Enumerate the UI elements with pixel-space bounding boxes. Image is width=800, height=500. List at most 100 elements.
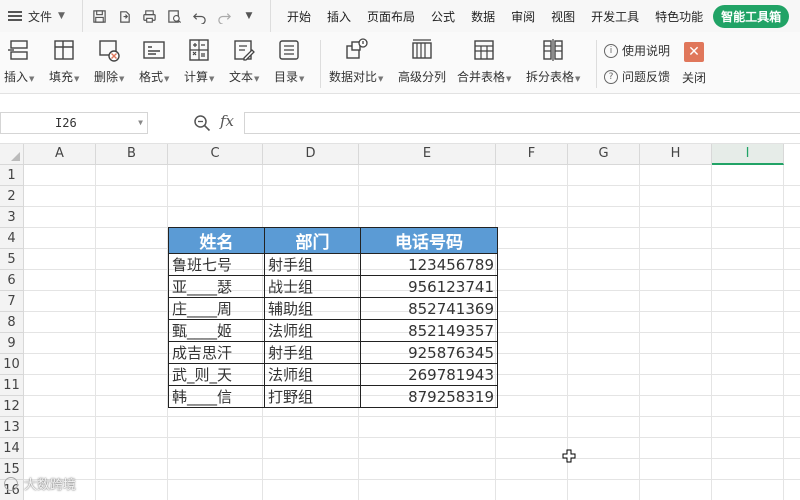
- row-header-6[interactable]: 6: [0, 270, 24, 291]
- calculate-button[interactable]: 计算▼: [184, 38, 214, 85]
- merge-table-icon: [472, 38, 496, 62]
- tab-developer[interactable]: 开发工具: [583, 8, 647, 25]
- list-icon: [277, 38, 301, 62]
- select-all-button[interactable]: [0, 144, 24, 165]
- print-icon[interactable]: [139, 6, 159, 26]
- watermark-logo-icon: [4, 476, 18, 491]
- feedback-button-label: 问题反馈: [622, 70, 671, 84]
- column-header-department[interactable]: 部门: [264, 227, 361, 254]
- column-header-c[interactable]: C: [168, 144, 263, 165]
- row-header-11[interactable]: 11: [0, 375, 24, 396]
- row-header-4[interactable]: 4: [0, 228, 24, 249]
- name-cell[interactable]: 成吉思汗: [168, 341, 265, 364]
- insert-function-button[interactable]: fx: [220, 112, 234, 130]
- dropdown-arrow-icon: ▼: [254, 75, 260, 83]
- watermark-text: 大数跨境: [24, 478, 77, 493]
- print-preview-icon[interactable]: [164, 6, 184, 26]
- row-header-3[interactable]: 3: [0, 207, 24, 228]
- column-header-i[interactable]: I: [712, 144, 784, 165]
- chevron-down-icon[interactable]: ▼: [138, 113, 143, 133]
- delete-button[interactable]: 删除▼: [94, 38, 124, 85]
- data-compare-button[interactable]: 数据对比▼: [329, 38, 383, 85]
- department-cell[interactable]: 射手组: [264, 341, 361, 364]
- file-menu[interactable]: 文件 ▼: [0, 0, 82, 32]
- tab-view[interactable]: 视图: [543, 8, 583, 25]
- dropdown-arrow-icon: ▼: [74, 75, 80, 83]
- export-icon[interactable]: [114, 6, 134, 26]
- department-cell[interactable]: 战士组: [264, 275, 361, 298]
- formula-input[interactable]: [244, 112, 800, 134]
- merge-tables-button[interactable]: 合并表格▼: [457, 38, 511, 85]
- column-header-h[interactable]: H: [640, 144, 712, 165]
- split-tables-button[interactable]: 拆分表格▼: [526, 38, 580, 85]
- save-icon[interactable]: [89, 6, 109, 26]
- column-header-g[interactable]: G: [568, 144, 640, 165]
- row-header-2[interactable]: 2: [0, 186, 24, 207]
- format-icon: [142, 38, 166, 62]
- name-cell[interactable]: 鲁班七号: [168, 253, 265, 276]
- quick-access-toolbar: ▼: [82, 0, 264, 32]
- name-cell[interactable]: 亚____瑟: [168, 275, 265, 298]
- row-header-7[interactable]: 7: [0, 291, 24, 312]
- phone-cell[interactable]: 852741369: [360, 297, 498, 320]
- column-header-f[interactable]: F: [496, 144, 568, 165]
- tab-data[interactable]: 数据: [463, 8, 503, 25]
- column-header-a[interactable]: A: [24, 144, 96, 165]
- help-button[interactable]: i 使用说明: [604, 42, 670, 59]
- column-header-name[interactable]: 姓名: [168, 227, 265, 254]
- redo-icon[interactable]: [214, 6, 234, 26]
- zoom-icon[interactable]: [193, 114, 211, 132]
- row-header-12[interactable]: 12: [0, 396, 24, 417]
- phone-cell[interactable]: 925876345: [360, 341, 498, 364]
- close-toolbox-button[interactable]: ✕: [684, 42, 704, 62]
- fill-button-label: 填充: [49, 70, 74, 84]
- phone-cell[interactable]: 879258319: [360, 385, 498, 408]
- undo-icon[interactable]: [189, 6, 209, 26]
- row-header-9[interactable]: 9: [0, 333, 24, 354]
- tab-page-layout[interactable]: 页面布局: [359, 8, 423, 25]
- name-cell[interactable]: 武_则_天: [168, 363, 265, 386]
- phone-cell[interactable]: 852149357: [360, 319, 498, 342]
- dropdown-arrow-icon: ▼: [575, 75, 581, 83]
- department-cell[interactable]: 打野组: [264, 385, 361, 408]
- column-header-phone[interactable]: 电话号码: [360, 227, 498, 254]
- department-cell[interactable]: 辅助组: [264, 297, 361, 320]
- name-cell[interactable]: 韩____信: [168, 385, 265, 408]
- column-header-d[interactable]: D: [263, 144, 359, 165]
- move-cursor-icon: [562, 449, 576, 463]
- table-row: 亚____瑟 战士组 956123741: [168, 275, 498, 298]
- tab-special-features[interactable]: 特色功能: [647, 8, 711, 25]
- name-box[interactable]: I26 ▼: [0, 112, 148, 134]
- column-header-b[interactable]: B: [96, 144, 168, 165]
- fill-button[interactable]: 填充▼: [49, 38, 79, 85]
- phone-cell[interactable]: 956123741: [360, 275, 498, 298]
- tab-insert[interactable]: 插入: [319, 8, 359, 25]
- tab-review[interactable]: 审阅: [503, 8, 543, 25]
- customize-toolbar-icon[interactable]: ▼: [239, 6, 259, 26]
- toc-button[interactable]: 目录▼: [274, 38, 304, 85]
- feedback-button[interactable]: ? 问题反馈: [604, 68, 670, 85]
- row-header-14[interactable]: 14: [0, 438, 24, 459]
- table-row: 鲁班七号 射手组 123456789: [168, 253, 498, 276]
- tab-smart-toolbox[interactable]: 智能工具箱: [713, 4, 790, 28]
- phone-cell[interactable]: 269781943: [360, 363, 498, 386]
- text-button[interactable]: 文本▼: [229, 38, 259, 85]
- row-header-5[interactable]: 5: [0, 249, 24, 270]
- name-cell[interactable]: 甄____姬: [168, 319, 265, 342]
- row-header-1[interactable]: 1: [0, 165, 24, 186]
- column-header-e[interactable]: E: [359, 144, 496, 165]
- phone-cell[interactable]: 123456789: [360, 253, 498, 276]
- advanced-split-button[interactable]: 高级分列: [398, 38, 446, 85]
- format-button[interactable]: 格式▼: [139, 38, 169, 85]
- row-header-8[interactable]: 8: [0, 312, 24, 333]
- row-header-13[interactable]: 13: [0, 417, 24, 438]
- department-cell[interactable]: 法师组: [264, 319, 361, 342]
- name-cell[interactable]: 庄____周: [168, 297, 265, 320]
- tab-home[interactable]: 开始: [279, 8, 319, 25]
- insert-button[interactable]: 插入▼: [4, 38, 34, 85]
- row-header-10[interactable]: 10: [0, 354, 24, 375]
- tab-formulas[interactable]: 公式: [423, 8, 463, 25]
- table-header-row: 姓名 部门 电话号码: [168, 227, 498, 254]
- department-cell[interactable]: 法师组: [264, 363, 361, 386]
- department-cell[interactable]: 射手组: [264, 253, 361, 276]
